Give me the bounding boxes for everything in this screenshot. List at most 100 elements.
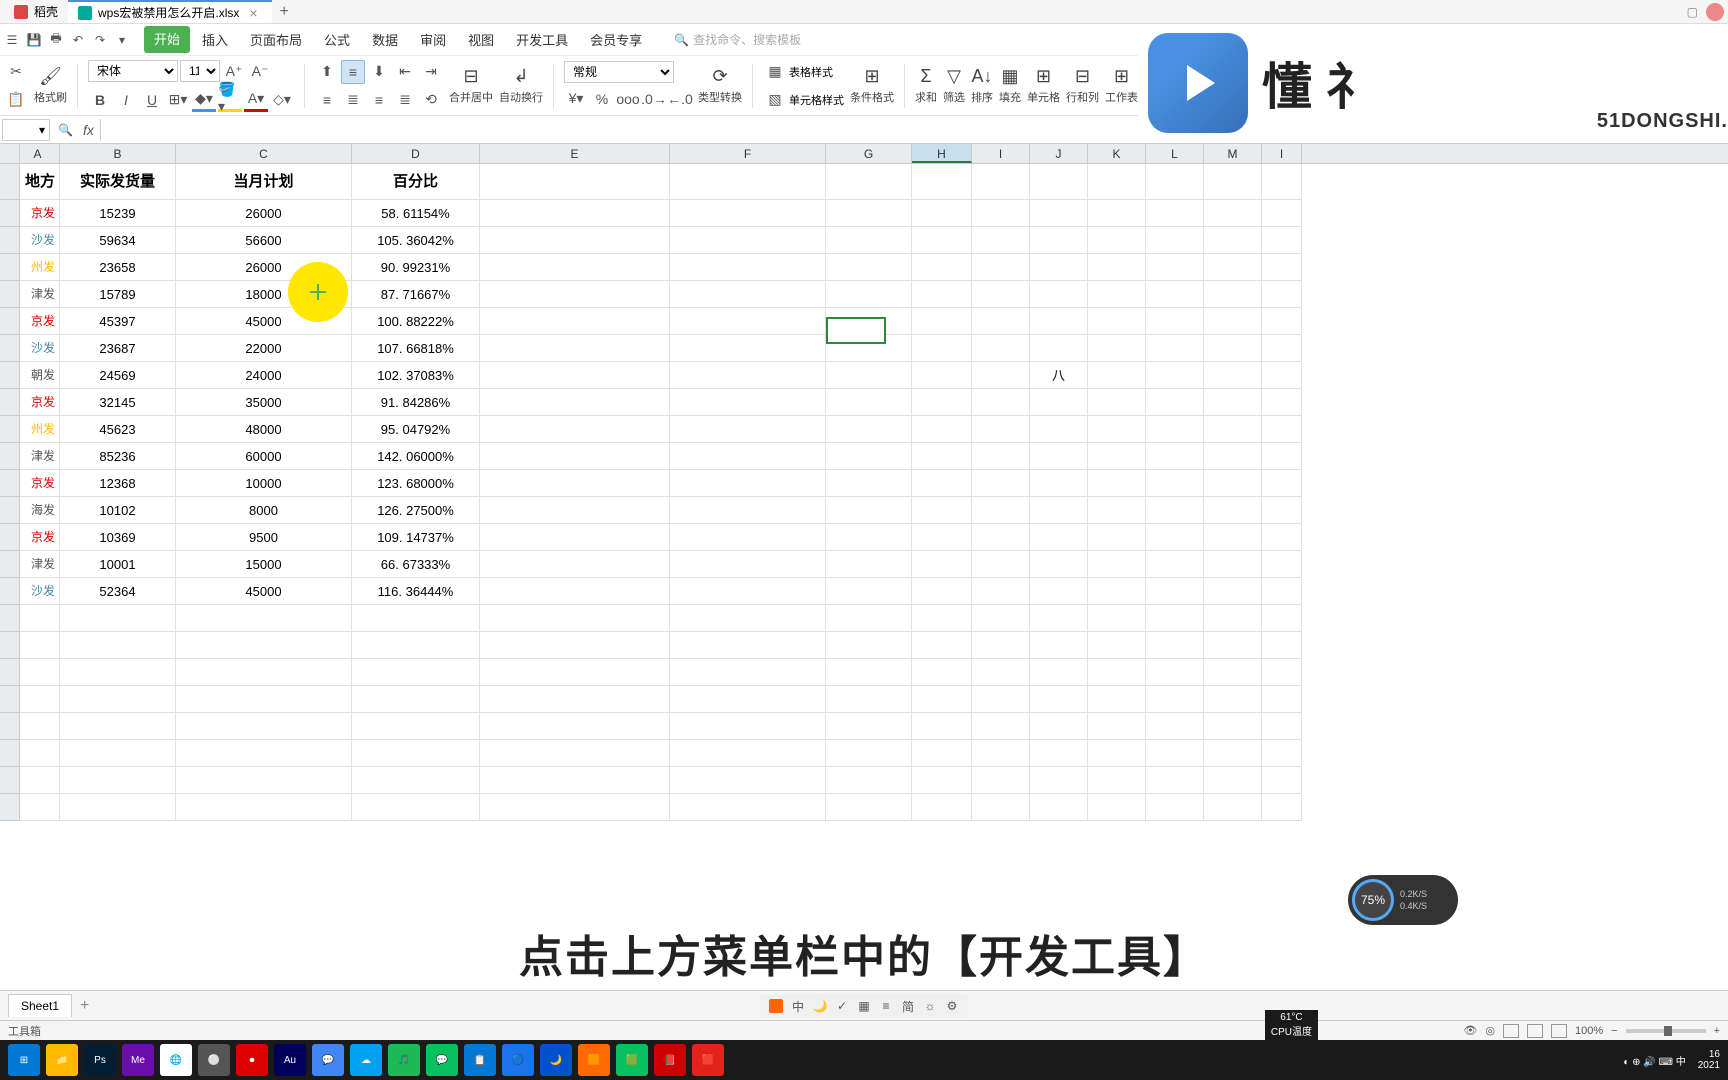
cell[interactable] (912, 524, 972, 551)
cell[interactable] (480, 308, 670, 335)
cell[interactable] (1146, 416, 1204, 443)
menu-tab-5[interactable]: 审阅 (410, 26, 456, 53)
cell[interactable] (826, 686, 912, 713)
header-cell-Rest[interactable] (1262, 164, 1302, 200)
col-header-G[interactable]: G (826, 144, 912, 163)
cell[interactable] (912, 227, 972, 254)
cell[interactable] (912, 740, 972, 767)
cell[interactable] (1030, 551, 1088, 578)
cell-style-label[interactable]: 单元格样式 (789, 92, 844, 108)
cell[interactable] (826, 416, 912, 443)
ime-icon-2[interactable]: 🌙 (812, 998, 828, 1014)
cell[interactable] (1204, 497, 1262, 524)
cell[interactable] (1030, 740, 1088, 767)
cell[interactable] (1088, 767, 1146, 794)
cell[interactable] (670, 308, 826, 335)
taskbar-item-5[interactable]: ⚪ (198, 1044, 230, 1076)
cell[interactable] (670, 524, 826, 551)
col-header-L[interactable]: L (1146, 144, 1204, 163)
cell[interactable]: 107. 66818% (352, 335, 480, 362)
cell[interactable] (1146, 524, 1204, 551)
cell[interactable] (1088, 605, 1146, 632)
cell[interactable]: 州发货 (20, 254, 60, 281)
cell[interactable]: 10102 (60, 497, 176, 524)
cell[interactable] (480, 767, 670, 794)
ime-icon-3[interactable]: ✓ (834, 998, 850, 1014)
cell[interactable] (826, 200, 912, 227)
taskbar-item-6[interactable]: ⏺ (236, 1044, 268, 1076)
cell[interactable] (912, 335, 972, 362)
cell[interactable] (480, 362, 670, 389)
cell[interactable] (480, 200, 670, 227)
cell[interactable] (912, 200, 972, 227)
menu-icon[interactable]: ☰ (2, 30, 22, 50)
merge-center-button[interactable]: ⊟ 合并居中 (449, 66, 493, 105)
header-cell-E[interactable] (480, 164, 670, 200)
cell[interactable] (1146, 443, 1204, 470)
cell[interactable] (176, 713, 352, 740)
cell[interactable] (480, 389, 670, 416)
cell[interactable] (1204, 308, 1262, 335)
cell[interactable] (1204, 713, 1262, 740)
cell[interactable] (1030, 686, 1088, 713)
cell[interactable] (972, 443, 1030, 470)
cell[interactable] (1204, 362, 1262, 389)
col-header-J[interactable]: J (1030, 144, 1088, 163)
cell[interactable] (912, 416, 972, 443)
cell[interactable]: 海发货 (20, 497, 60, 524)
cell[interactable]: 10369 (60, 524, 176, 551)
cell[interactable] (670, 362, 826, 389)
cell[interactable] (972, 551, 1030, 578)
cell[interactable] (1030, 524, 1088, 551)
cell[interactable] (480, 281, 670, 308)
cell[interactable] (1088, 713, 1146, 740)
cell[interactable] (1146, 767, 1204, 794)
cell[interactable] (1146, 470, 1204, 497)
select-all-corner[interactable] (0, 144, 20, 163)
cell[interactable]: 95. 04792% (352, 416, 480, 443)
cond-format-button[interactable]: ⊞ 条件格式 (850, 66, 894, 105)
window-icon[interactable]: ▢ (1687, 5, 1698, 19)
shading-button[interactable]: 🪣▾ (218, 88, 242, 112)
avatar-icon[interactable] (1706, 3, 1724, 21)
cell[interactable]: 京发货 (20, 200, 60, 227)
cell[interactable] (1146, 740, 1204, 767)
clear-format-button[interactable]: ◇▾ (270, 88, 294, 112)
cell[interactable] (1262, 740, 1302, 767)
print-icon[interactable]: 🖶 (46, 30, 66, 50)
cell[interactable] (1088, 578, 1146, 605)
cell[interactable] (972, 470, 1030, 497)
cell[interactable] (1030, 659, 1088, 686)
cell[interactable] (972, 605, 1030, 632)
cell[interactable] (826, 605, 912, 632)
type-convert-button[interactable]: ⟳ 类型转换 (698, 66, 742, 105)
cell[interactable] (1204, 416, 1262, 443)
cell[interactable] (670, 686, 826, 713)
cell[interactable] (1146, 389, 1204, 416)
viewmode-break-icon[interactable] (1551, 1024, 1567, 1038)
cell[interactable] (972, 524, 1030, 551)
menu-tab-2[interactable]: 页面布局 (240, 26, 312, 53)
cell[interactable]: 59634 (60, 227, 176, 254)
cell[interactable] (1030, 227, 1088, 254)
cell[interactable] (60, 740, 176, 767)
cell[interactable] (1204, 659, 1262, 686)
cell-style-icon[interactable]: ▧ (763, 88, 787, 112)
header-cell-J[interactable] (1030, 164, 1088, 200)
cell[interactable]: 24569 (60, 362, 176, 389)
taskbar-item-2[interactable]: Ps (84, 1044, 116, 1076)
cell[interactable]: 津发货 (20, 443, 60, 470)
cell[interactable]: 津发货 (20, 551, 60, 578)
cell[interactable] (60, 659, 176, 686)
cell[interactable] (1088, 470, 1146, 497)
cell[interactable] (826, 632, 912, 659)
cell[interactable]: 91. 84286% (352, 389, 480, 416)
cell[interactable] (826, 794, 912, 821)
cell[interactable] (20, 659, 60, 686)
ime-icon-0[interactable] (768, 998, 784, 1014)
cell[interactable] (1030, 335, 1088, 362)
cell[interactable]: 32145 (60, 389, 176, 416)
menu-tab-1[interactable]: 插入 (192, 26, 238, 53)
perf-widget[interactable]: 75% 0.2K/S 0.4K/S (1348, 875, 1458, 925)
cell[interactable] (826, 281, 912, 308)
